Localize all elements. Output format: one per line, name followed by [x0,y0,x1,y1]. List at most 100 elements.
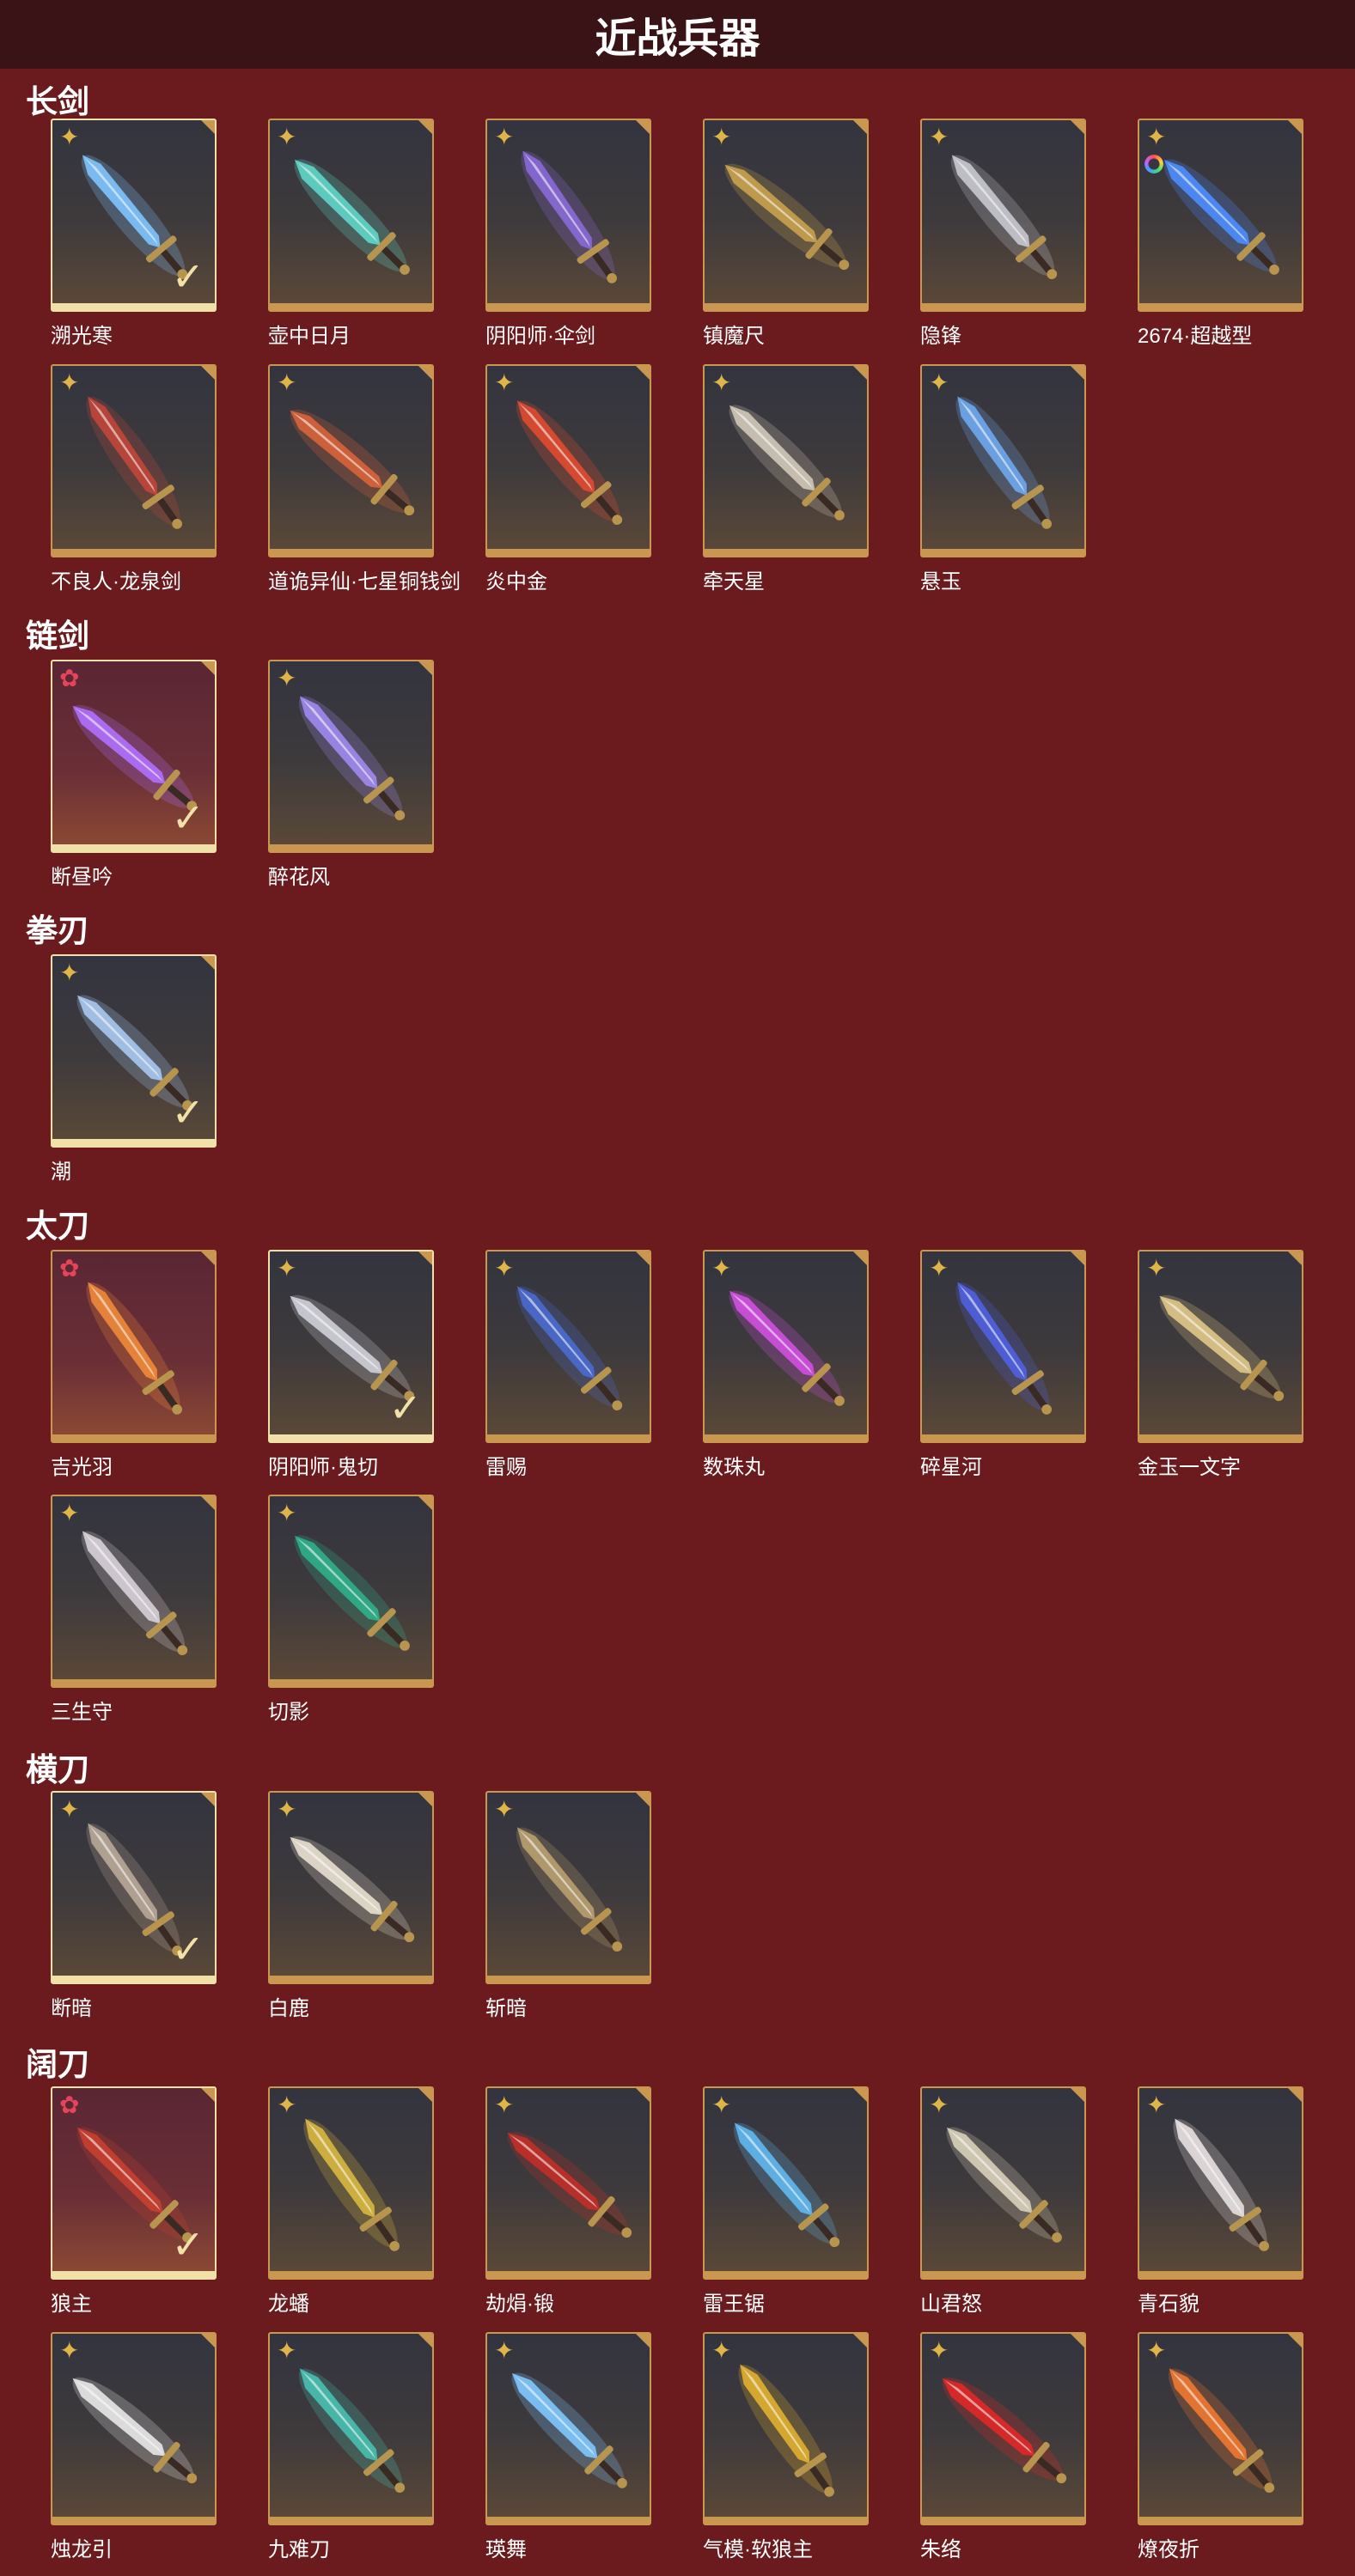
gold-star-rank-icon: ✦ [277,665,297,691]
weapon-name: 龙蟠 [268,2293,309,2316]
weapon-thumbnail[interactable]: ✦ [920,2332,1086,2525]
gold-star-rank-icon: ✦ [494,369,515,396]
weapon-card[interactable]: ✦ 气模·软狼主 [703,2332,869,2562]
weapon-thumbnail[interactable]: ✦ [485,2086,651,2280]
weapon-card[interactable]: ✦ 牵天星 [703,364,869,594]
weapon-name: 道诡异仙·七星铜钱剑 [268,570,461,594]
weapon-name: 断昼吟 [51,866,113,889]
weapon-thumbnail[interactable]: ✦ [51,1495,217,1688]
weapon-name: 2674·超越型 [1138,325,1253,348]
weapon-name: 不良人·龙泉剑 [51,570,181,594]
weapon-thumbnail[interactable]: ✦ [268,119,434,312]
weapon-card[interactable]: ✦ 龙蟠 [268,2086,434,2317]
weapon-thumbnail[interactable]: ✦ [1138,119,1303,312]
weapon-thumbnail[interactable]: ✦ [485,2332,651,2525]
weapon-card[interactable]: ✦ 燎夜折 [1138,2332,1303,2562]
weapon-card[interactable]: ✦ ✓ 潮 [51,954,217,1184]
weapon-card[interactable]: ✦ 金玉一文字 [1138,1250,1303,1480]
weapon-thumbnail[interactable]: ✦ [703,2332,869,2525]
weapon-thumbnail[interactable]: ✦ [920,364,1086,557]
weapon-card[interactable]: ✦ 烛龙引 [51,2332,217,2562]
weapon-card[interactable]: ✦ 切影 [268,1495,434,1725]
weapon-card[interactable]: ✦ 悬玉 [920,364,1086,594]
weapon-card[interactable]: ✦ 道诡异仙·七星铜钱剑 [268,364,461,594]
weapon-thumbnail[interactable]: ✦ [51,364,217,557]
weapon-thumbnail[interactable]: ✿ ✓ [51,2086,217,2280]
weapon-thumbnail[interactable]: ✦ [1138,2332,1303,2525]
weapon-card[interactable]: ✦ ✓ 溯光寒 [51,119,217,349]
weapon-card[interactable]: ✦ 白鹿 [268,1791,434,2021]
weapon-name: 吉光羽 [51,1456,113,1479]
weapon-thumbnail[interactable]: ✦ [920,119,1086,312]
weapon-thumbnail[interactable]: ✦ [1138,1250,1303,1443]
gold-star-rank-icon: ✦ [277,2337,297,2364]
weapon-thumbnail[interactable]: ✦ ✓ [51,954,217,1148]
weapon-thumbnail[interactable]: ✦ [268,2086,434,2280]
weapon-card[interactable]: ✦ 壶中日月 [268,119,434,349]
weapon-card[interactable]: ✦ ✓ 阴阳师·鬼切 [268,1250,434,1480]
weapon-name: 隐锋 [920,325,961,348]
weapon-card[interactable]: ✦ 雷赐 [485,1250,651,1480]
weapon-name: 朱络 [920,2538,961,2561]
weapon-thumbnail[interactable]: ✦ [268,660,434,853]
weapon-card[interactable]: ✦ 瑛舞 [485,2332,651,2562]
weapon-card[interactable]: ✦ 朱络 [920,2332,1086,2562]
weapon-thumbnail[interactable]: ✦ [703,2086,869,2280]
gold-star-rank-icon: ✦ [59,124,80,150]
weapon-name: 醉花风 [268,866,330,889]
weapon-name: 雷赐 [485,1456,527,1479]
checkmark-icon: ✓ [388,1385,422,1430]
weapon-thumbnail[interactable]: ✦ [485,1791,651,1984]
weapon-card[interactable]: ✦ 九难刀 [268,2332,434,2562]
weapon-name: 阴阳师·鬼切 [268,1456,378,1479]
weapon-name: 悬玉 [920,570,961,594]
weapon-name: 碎星河 [920,1456,982,1479]
weapon-name: 三生守 [51,1701,113,1724]
weapon-card[interactable]: ✦ 三生守 [51,1495,217,1725]
weapon-thumbnail[interactable]: ✦ [703,1250,869,1443]
weapon-thumbnail[interactable]: ✿ ✓ [51,660,217,853]
gold-star-rank-icon: ✦ [1146,2092,1167,2118]
gold-star-rank-icon: ✦ [59,369,80,396]
weapon-thumbnail[interactable]: ✦ ✓ [268,1250,434,1443]
weapon-card[interactable]: ✦ 碎星河 [920,1250,1086,1480]
weapon-card[interactable]: ✦ ✓ 断暗 [51,1791,217,2021]
weapon-thumbnail[interactable]: ✦ [268,364,434,557]
weapon-thumbnail[interactable]: ✦ [920,2086,1086,2280]
weapon-name: 数珠丸 [703,1456,765,1479]
weapon-card[interactable]: ✦ 镇魔尺 [703,119,869,349]
weapon-thumbnail[interactable]: ✦ [268,1791,434,1984]
weapon-thumbnail[interactable]: ✦ [485,1250,651,1443]
weapon-card[interactable]: ✦ 2674·超越型 [1138,119,1303,349]
weapon-card[interactable]: ✦ 醉花风 [268,660,434,890]
weapon-thumbnail[interactable]: ✦ [920,1250,1086,1443]
weapon-thumbnail[interactable]: ✦ [485,119,651,312]
weapon-thumbnail[interactable]: ✦ [703,364,869,557]
weapon-card[interactable]: ✿ ✓ 狼主 [51,2086,217,2317]
weapon-card[interactable]: ✦ 雷王锯 [703,2086,869,2317]
weapon-card[interactable]: ✦ 山君怒 [920,2086,1086,2317]
weapon-card[interactable]: ✦ 不良人·龙泉剑 [51,364,217,594]
weapon-card[interactable]: ✦ 阴阳师·伞剑 [485,119,651,349]
weapon-thumbnail[interactable]: ✦ [51,2332,217,2525]
weapon-thumbnail[interactable]: ✦ [703,119,869,312]
weapon-name: 炎中金 [485,570,547,594]
weapon-thumbnail[interactable]: ✦ ✓ [51,1791,217,1984]
weapon-card[interactable]: ✦ 数珠丸 [703,1250,869,1480]
weapon-thumbnail[interactable]: ✦ [485,364,651,557]
weapon-thumbnail[interactable]: ✦ ✓ [51,119,217,312]
checkmark-icon: ✓ [171,254,204,299]
weapon-thumbnail[interactable]: ✦ [268,1495,434,1688]
weapon-card[interactable]: ✿ ✓ 断昼吟 [51,660,217,890]
weapon-card[interactable]: ✿ 吉光羽 [51,1250,217,1480]
weapon-thumbnail[interactable]: ✦ [268,2332,434,2525]
weapon-card[interactable]: ✦ 劫焆·锻 [485,2086,651,2317]
weapon-name: 山君怒 [920,2293,982,2316]
weapon-card[interactable]: ✦ 斩暗 [485,1791,651,2021]
weapon-card[interactable]: ✦ 隐锋 [920,119,1086,349]
weapon-card[interactable]: ✦ 青石貌 [1138,2086,1303,2317]
weapon-card[interactable]: ✦ 炎中金 [485,364,651,594]
weapon-thumbnail[interactable]: ✦ [1138,2086,1303,2280]
gold-star-rank-icon: ✦ [1146,1255,1167,1282]
weapon-thumbnail[interactable]: ✿ [51,1250,217,1443]
